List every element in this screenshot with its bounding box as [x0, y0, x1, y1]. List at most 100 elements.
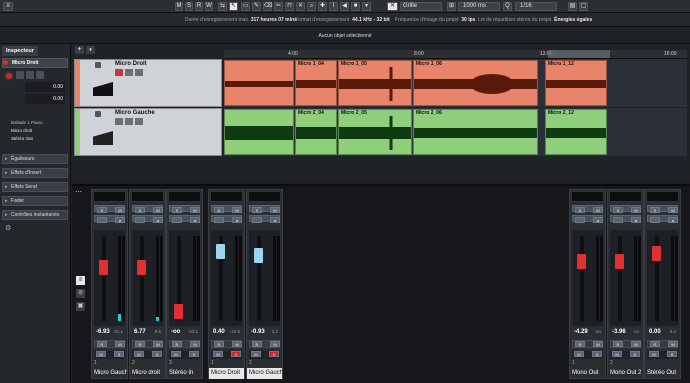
write-button[interactable]: W: [270, 341, 280, 347]
read-button[interactable]: R: [172, 341, 182, 347]
fader-value[interactable]: 0.00: [649, 329, 661, 335]
fader-handle[interactable]: [216, 244, 225, 259]
pan-field[interactable]: 0.00: [25, 94, 65, 104]
audio-clip[interactable]: [224, 60, 294, 106]
fader-value[interactable]: -3.96: [612, 329, 626, 335]
write-button[interactable]: W: [631, 207, 641, 213]
track-header-1[interactable]: Micro Droit: [74, 59, 222, 107]
fader-handle[interactable]: [652, 246, 661, 261]
time-ruler[interactable]: 4:00 8:00 12:00 16:00: [224, 50, 687, 59]
mode-m-button[interactable]: M: [175, 2, 183, 11]
write-button[interactable]: W: [115, 207, 125, 213]
section-sends[interactable]: Effets Send: [2, 182, 68, 192]
mixer-link-icon[interactable]: ⊘: [76, 289, 85, 298]
monitor-button[interactable]: [650, 217, 660, 223]
mode-r-button[interactable]: R: [195, 2, 203, 11]
phase-icon[interactable]: ø: [631, 217, 641, 223]
phase-icon[interactable]: ø: [232, 217, 242, 223]
read-button[interactable]: R: [214, 341, 224, 347]
audio-clip[interactable]: Micro 1_04: [295, 60, 337, 106]
mode-w-button[interactable]: W: [205, 2, 213, 11]
write-button[interactable]: W: [232, 207, 242, 213]
track-name-1[interactable]: Micro Droit: [115, 61, 147, 67]
write-button[interactable]: W: [270, 207, 280, 213]
record-icon[interactable]: [95, 62, 101, 68]
audio-clip[interactable]: Micro 1_06: [413, 60, 538, 106]
audio-clip[interactable]: Micro 2_05: [338, 109, 412, 155]
mute-button[interactable]: M: [574, 351, 584, 357]
fader-value[interactable]: -oo: [171, 329, 180, 335]
channel-name[interactable]: Stéréo Out: [645, 368, 680, 379]
solo-icon[interactable]: [36, 71, 44, 79]
record-icon[interactable]: [95, 111, 101, 117]
monitor-button[interactable]: [613, 217, 623, 223]
erase-icon[interactable]: ⌫: [263, 2, 272, 11]
phase-icon[interactable]: ø: [270, 217, 280, 223]
routing-output[interactable]: Stéréo Out: [3, 136, 68, 144]
channel-name[interactable]: Micro Gauche: [92, 368, 127, 379]
mute-button[interactable]: M: [213, 351, 223, 357]
phase-icon[interactable]: ø: [153, 217, 163, 223]
mute-tool-icon[interactable]: ✕: [296, 2, 305, 11]
mute-button[interactable]: M: [96, 351, 106, 357]
phase-icon[interactable]: ø: [668, 217, 678, 223]
read-button[interactable]: R: [650, 341, 660, 347]
channel-name[interactable]: Micro droit: [130, 368, 165, 379]
channel-name[interactable]: Mono Out: [570, 368, 605, 379]
window-layout-icon[interactable]: ▤: [568, 2, 577, 11]
mixer-mode-icon[interactable]: ≡: [76, 276, 85, 285]
menu-icon[interactable]: ≡: [3, 2, 13, 11]
mixer-view-icon[interactable]: ▣: [76, 302, 85, 311]
fader-handle[interactable]: [99, 260, 108, 275]
solo-button[interactable]: S: [650, 207, 660, 213]
solo-button[interactable]: S: [231, 351, 241, 357]
mute-button[interactable]: M: [251, 351, 261, 357]
maximize-icon[interactable]: ▢: [579, 2, 588, 11]
section-fader[interactable]: Fader: [2, 196, 68, 206]
solo-button[interactable]: S: [135, 207, 145, 213]
settings-gear-icon[interactable]: ⚙: [5, 224, 11, 232]
fader-handle[interactable]: [174, 304, 183, 319]
zoom-icon[interactable]: ⌕: [307, 2, 316, 11]
draw-icon[interactable]: ✎: [252, 2, 261, 11]
monitor-icon[interactable]: [125, 118, 133, 125]
autoscroll-icon[interactable]: ⇆: [218, 2, 227, 11]
mixer-options-icon[interactable]: ⋯: [75, 188, 82, 196]
mute-icon[interactable]: [135, 69, 143, 76]
audio-clip[interactable]: Micro 1_12: [545, 60, 607, 106]
fader-handle[interactable]: [577, 254, 586, 269]
solo-button[interactable]: S: [592, 351, 602, 357]
monitor-button[interactable]: [172, 217, 182, 223]
record-enable-icon[interactable]: [115, 69, 123, 76]
mute-button[interactable]: M: [649, 351, 659, 357]
section-eq[interactable]: Égaliseurs: [2, 154, 68, 164]
record-enable-icon[interactable]: [115, 118, 123, 125]
solo-button[interactable]: S: [97, 207, 107, 213]
fader-value[interactable]: -6.93: [96, 329, 110, 335]
split-icon[interactable]: ✂: [274, 2, 283, 11]
audio-clip[interactable]: Micro 2_06: [413, 109, 538, 155]
audio-clip[interactable]: Micro 2_12: [545, 109, 607, 155]
channel-name[interactable]: Stéréo In: [167, 368, 202, 379]
fader-handle[interactable]: [254, 248, 263, 263]
fader-value[interactable]: 6.77: [134, 329, 146, 335]
record-enable-icon[interactable]: [4, 71, 14, 81]
write-button[interactable]: W: [593, 207, 603, 213]
write-button[interactable]: W: [232, 341, 242, 347]
write-button[interactable]: W: [668, 341, 678, 347]
monitor-button[interactable]: [97, 217, 107, 223]
monitor-icon[interactable]: [125, 69, 133, 76]
solo-button[interactable]: S: [252, 207, 262, 213]
channel-name[interactable]: Micro Gauche: [247, 368, 282, 379]
read-button[interactable]: R: [575, 341, 585, 347]
comp-icon[interactable]: ✚: [318, 2, 327, 11]
inspector-tab[interactable]: Inspecteur: [2, 46, 38, 56]
read-button[interactable]: R: [252, 341, 262, 347]
section-inserts[interactable]: Effets d'Insert: [2, 168, 68, 178]
volume-field[interactable]: 0.00: [25, 82, 65, 92]
solo-button[interactable]: S: [630, 351, 640, 357]
write-button[interactable]: W: [593, 341, 603, 347]
zoom-select[interactable]: 1000 ms: [458, 2, 500, 11]
section-quick-controls[interactable]: Contrôles instantanés: [2, 210, 68, 220]
write-button[interactable]: W: [153, 207, 163, 213]
